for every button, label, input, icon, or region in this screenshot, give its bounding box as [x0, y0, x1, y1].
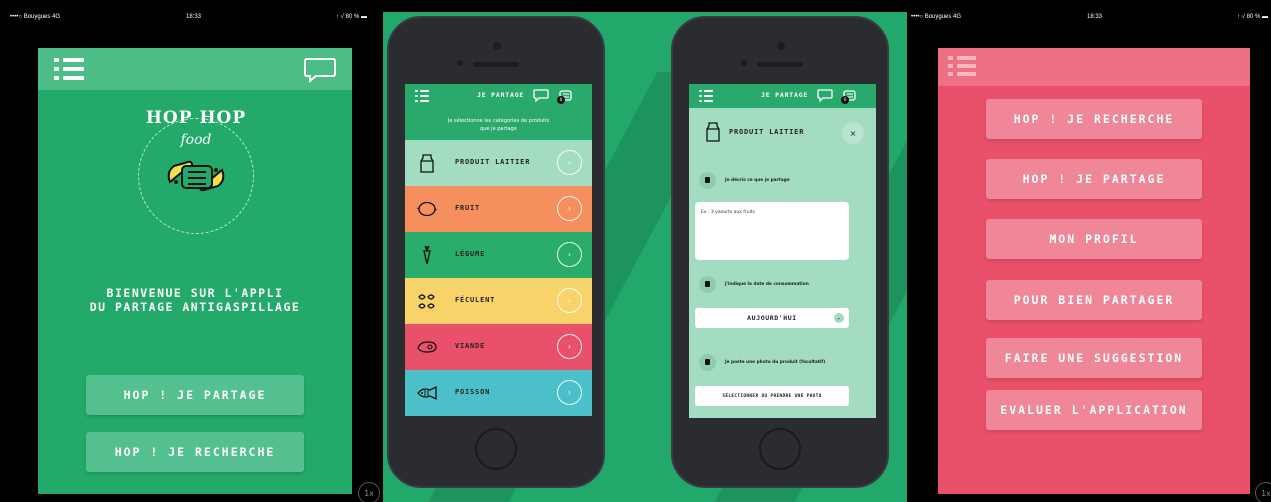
category-label: LÉGUME: [455, 250, 486, 258]
je-partage-button[interactable]: HOP ! JE PARTAGE: [86, 375, 304, 415]
home-button[interactable]: [759, 428, 801, 470]
zoom-indicator: 1x: [358, 482, 380, 502]
phone-sensor: [741, 60, 747, 66]
page-title: JE PARTAGE: [477, 91, 525, 99]
chat-icon[interactable]: [817, 89, 833, 102]
date-select[interactable]: AUJOURD'HUI ⌄: [695, 308, 849, 328]
category-label: VIANDE: [455, 342, 486, 350]
chevron-down-icon: ⌄: [834, 313, 844, 323]
phone-speaker: [757, 62, 803, 67]
milk-carton-icon: [706, 122, 720, 142]
category-arrow-button[interactable]: ›: [557, 334, 582, 359]
category-legume[interactable]: LÉGUME ›: [405, 232, 592, 278]
milk-carton-icon: [420, 154, 434, 173]
menu-faire-une-suggestion[interactable]: FAIRE UNE SUGGESTION: [986, 338, 1202, 378]
phone-share-form: JE PARTAGE 0 PRODUIT LAITIER × Je décris…: [671, 16, 889, 488]
menu-icon[interactable]: [54, 58, 84, 80]
carrot-icon: [423, 245, 431, 265]
hands-sharing-icon: [167, 160, 225, 192]
menu-je-partage[interactable]: HOP ! JE PARTAGE: [986, 159, 1202, 199]
home-button[interactable]: [475, 428, 517, 470]
category-arrow-button[interactable]: ›: [557, 242, 582, 267]
notification-badge: 0: [557, 96, 565, 104]
top-bar: [38, 48, 352, 90]
status-time: 18:33: [1087, 14, 1103, 20]
lemon-icon: [417, 201, 437, 217]
page-title: JE PARTAGE: [761, 91, 809, 99]
categories-screen: JE PARTAGE 0 Je sélectionne les catégori…: [405, 84, 592, 418]
welcome-screen: HOP HOP food BIENVENUE SUR L'APPLI DU PA…: [38, 48, 352, 494]
je-recherche-button[interactable]: HOP ! JE RECHERCHE: [86, 432, 304, 472]
category-produit-laitier[interactable]: PRODUIT LAITIER ›: [405, 140, 592, 186]
phone-categories: JE PARTAGE 0 Je sélectionne les catégori…: [387, 16, 605, 488]
status-carrier: ••••○ Bouygues 4G: [10, 14, 61, 20]
category-fruit[interactable]: FRUIT ›: [405, 186, 592, 232]
top-bar: [938, 48, 1250, 86]
phone-camera: [777, 42, 785, 50]
menu-icon[interactable]: [948, 56, 976, 76]
menu-je-recherche[interactable]: HOP ! JE RECHERCHE: [986, 99, 1202, 139]
welcome-line-2: DU PARTAGE ANTIGASPILLAGE: [89, 300, 301, 314]
menu-icon[interactable]: [415, 90, 429, 102]
welcome-screen-panel: ••••○ Bouygues 4G 18:33 ↑ √ 80 % ▬ HOP H…: [0, 0, 383, 502]
product-title: PRODUIT LAITIER: [729, 128, 805, 136]
menu-screen: HOP ! JE RECHERCHE HOP ! JE PARTAGE MON …: [938, 48, 1250, 494]
calendar-step-icon: [699, 276, 716, 293]
zoom-indicator: 1x: [1255, 482, 1271, 502]
description-textarea[interactable]: Ex : 3 yaourts aux fruits: [695, 202, 849, 260]
share-form-screen: JE PARTAGE 0 PRODUIT LAITIER × Je décris…: [689, 84, 876, 418]
category-arrow-button[interactable]: ›: [557, 380, 582, 405]
status-battery: ↑ √ 80 % ▬: [336, 14, 367, 20]
chat-icon[interactable]: [533, 89, 549, 102]
category-arrow-button[interactable]: ›: [557, 288, 582, 313]
category-poisson[interactable]: POISSON ›: [405, 370, 592, 416]
pasta-icon: [418, 294, 435, 309]
steak-icon: [417, 341, 437, 353]
category-label: FRUIT: [455, 204, 481, 212]
photo-step-label: Je poste une photo du produit (facultati…: [725, 360, 826, 365]
status-battery: ↑ √ 80 % ▬: [1237, 14, 1268, 20]
camera-step-icon: [699, 354, 716, 371]
logo-subtitle: food: [180, 132, 212, 148]
status-carrier: ••••○ Bouygues 4G: [911, 14, 962, 20]
category-arrow-button[interactable]: ›: [557, 150, 582, 175]
logo-title: HOP HOP: [145, 108, 247, 128]
menu-icon[interactable]: [699, 90, 713, 102]
phone-camera: [493, 42, 501, 50]
category-arrow-button[interactable]: ›: [557, 196, 582, 221]
date-select-value: AUJOURD'HUI: [747, 314, 797, 322]
phones-mockup-area: JE PARTAGE 0 Je sélectionne les catégori…: [383, 12, 907, 502]
menu-screen-panel: ••••○ Bouygues 4G 18:33 ↑ √ 80 % ▬ HOP !…: [907, 0, 1271, 502]
share-form: [689, 108, 876, 418]
notification-badge: 0: [841, 96, 849, 104]
welcome-text: BIENVENUE SUR L'APPLI DU PARTAGE ANTIGAS…: [38, 286, 352, 314]
describe-step-icon: [699, 172, 716, 189]
status-time: 18:33: [186, 14, 202, 20]
select-photo-button[interactable]: SÉLECTIONNER OU PRENDRE UNE PHOTO: [695, 386, 849, 406]
category-feculent[interactable]: FÉCULENT ›: [405, 278, 592, 324]
date-step-label: J'indique la date de consommation: [725, 282, 809, 287]
top-bar: JE PARTAGE 0: [689, 84, 876, 108]
close-button[interactable]: ×: [842, 122, 864, 144]
category-label: PRODUIT LAITIER: [455, 158, 531, 166]
instructions-line-2: que je partage: [480, 126, 517, 132]
describe-step-label: Je décris ce que je partage: [725, 178, 790, 183]
phone-speaker: [473, 62, 519, 67]
menu-pour-bien-partager[interactable]: POUR BIEN PARTAGER: [986, 280, 1202, 320]
fish-icon: [417, 385, 437, 401]
menu-evaluer-application[interactable]: EVALUER L'APPLICATION: [986, 390, 1202, 430]
category-viande[interactable]: VIANDE ›: [405, 324, 592, 370]
phone-sensor: [457, 60, 463, 66]
category-label: POISSON: [455, 388, 491, 396]
top-bar: JE PARTAGE 0: [405, 84, 592, 108]
instructions-line-1: Je sélectionne les catégories de produit…: [447, 118, 550, 124]
menu-mon-profil[interactable]: MON PROFIL: [986, 219, 1202, 259]
category-label: FÉCULENT: [455, 296, 496, 304]
chat-icon[interactable]: [304, 57, 336, 83]
welcome-line-1: BIENVENUE SUR L'APPLI: [106, 286, 284, 300]
